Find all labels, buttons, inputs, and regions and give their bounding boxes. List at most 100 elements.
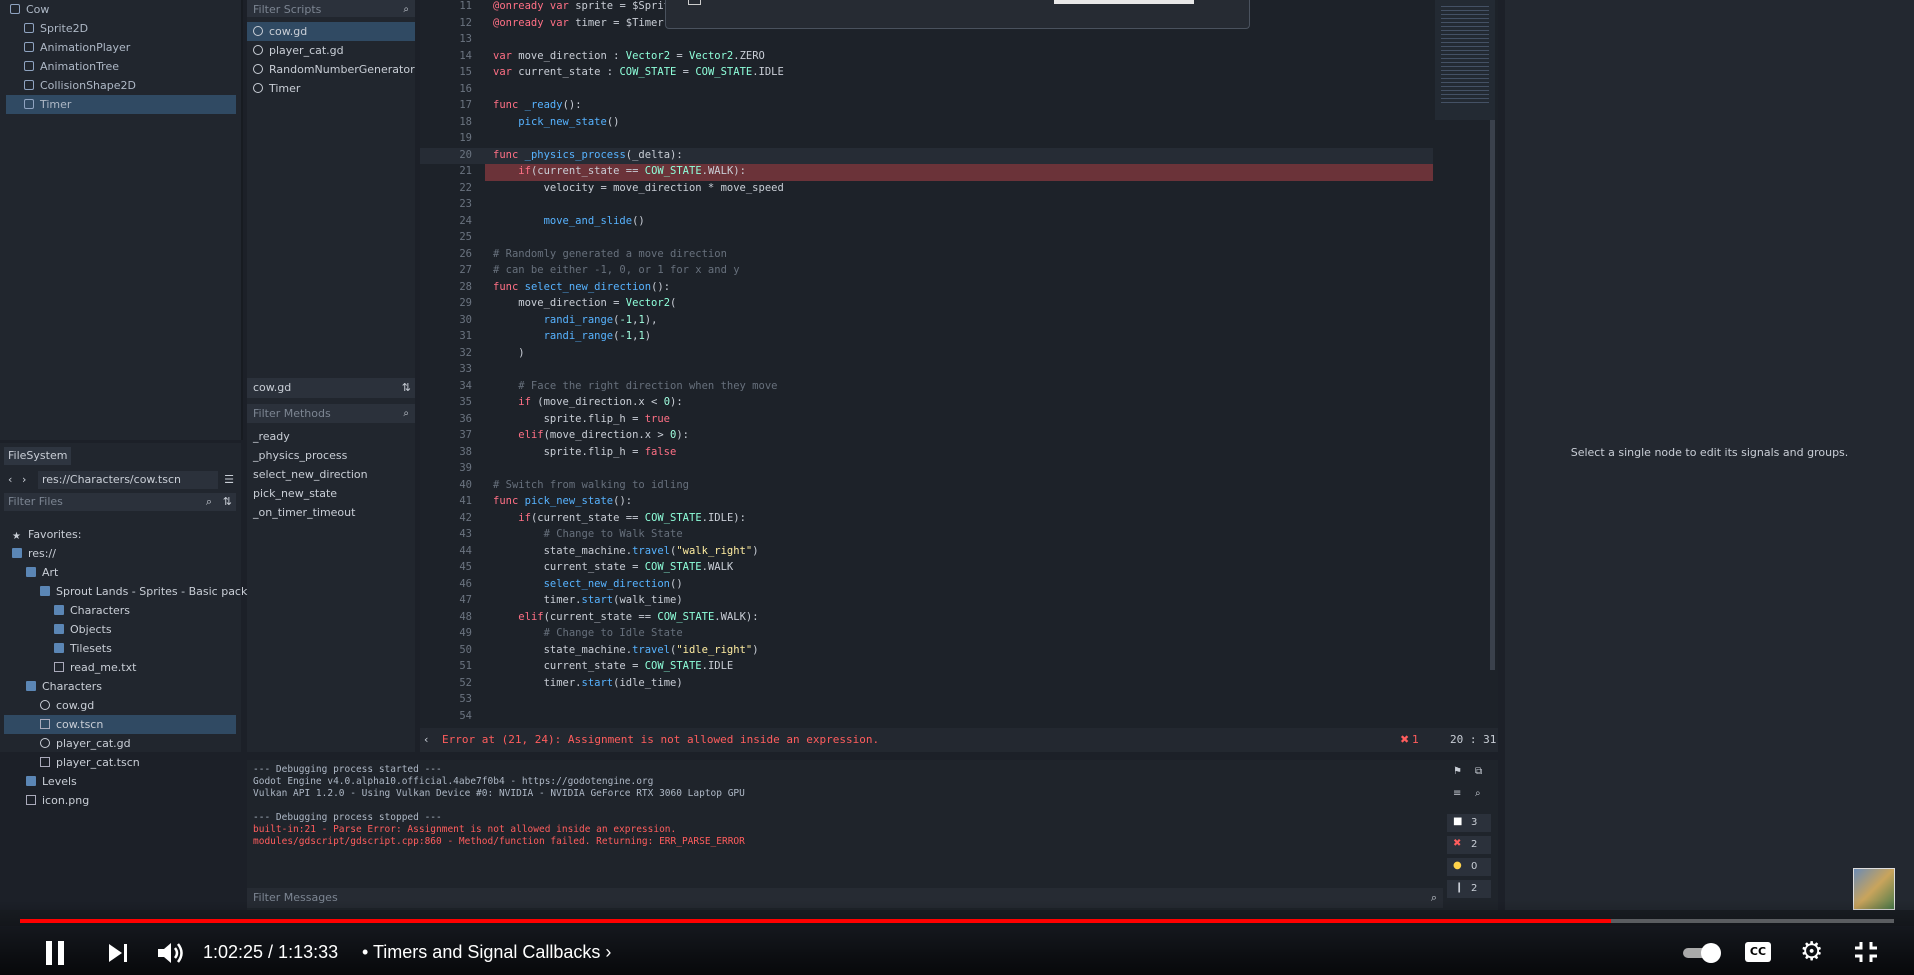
filter-messages-button[interactable]: ❙ 2 — [1447, 880, 1491, 898]
scene-node[interactable]: Cow — [6, 0, 236, 19]
file-item[interactable]: cow.gd — [4, 696, 236, 715]
file-item-label: Art — [42, 566, 59, 579]
code-text: pick_new_state() — [518, 115, 620, 128]
filter-scripts-input[interactable]: Filter Scripts ⌕ — [247, 0, 415, 17]
filter-files-input[interactable]: Filter Files ⌕ ⇅ — [4, 493, 236, 511]
method-item[interactable]: pick_new_state — [247, 484, 415, 503]
file-item[interactable]: read_me.txt — [4, 658, 236, 677]
method-item[interactable]: _on_timer_timeout — [247, 503, 415, 522]
line-number: 43 — [459, 528, 472, 540]
play-icon — [1701, 943, 1721, 963]
file-item-label: Tilesets — [70, 642, 112, 655]
current-script-field: cow.gd ⇅ — [247, 378, 415, 398]
line-number: 22 — [459, 181, 472, 194]
forward-icon[interactable]: › — [22, 471, 26, 489]
search-icon[interactable]: ⌕ — [1475, 788, 1481, 799]
line-number: 11 — [459, 0, 472, 12]
code-editor[interactable]: 11 @onready var sprite = $Sprit 12 @onready… — [420, 0, 1498, 752]
file-item[interactable]: res:// — [4, 544, 236, 563]
method-item[interactable]: _ready — [247, 427, 415, 446]
file-item[interactable]: icon.png — [4, 791, 236, 810]
code-text: elif(current_state == COW_STATE.WALK): — [518, 610, 759, 623]
filesystem-path-bar: ‹ › res://Characters/cow.tscn ☰ — [4, 471, 236, 489]
exit-fullscreen-icon — [1855, 942, 1877, 962]
editor-scrollbar[interactable] — [1490, 120, 1495, 670]
minimap[interactable] — [1435, 0, 1495, 120]
script-item[interactable]: RandomNumberGenerator — [247, 60, 415, 79]
node-dock-message: Select a single node to edit its signals… — [1570, 446, 1849, 459]
sort-icon[interactable]: ⇅ — [223, 493, 232, 511]
file-item[interactable]: cow.tscn — [4, 715, 236, 734]
next-button[interactable] — [106, 941, 130, 965]
output-line: modules/gdscript/gdscript.cpp:860 - Meth… — [253, 836, 745, 847]
settings-button[interactable]: ⚙ — [1800, 938, 1828, 966]
scene-node[interactable]: AnimationPlayer — [6, 38, 236, 57]
filter-errors-button[interactable]: ✖ 2 — [1447, 836, 1491, 854]
back-icon[interactable]: ‹ — [8, 471, 12, 489]
file-item[interactable]: player_cat.tscn — [4, 753, 236, 772]
scene-node[interactable]: Timer — [6, 95, 236, 114]
search-icon: ⌕ — [403, 408, 409, 419]
code-text: # can be either -1, 0, or 1 for x and y — [493, 264, 740, 276]
code-text: randi_range(-1,1), — [543, 313, 658, 326]
pause-button[interactable] — [44, 941, 66, 965]
line-number: 30 — [459, 313, 472, 326]
script-item[interactable]: player_cat.gd — [247, 41, 415, 60]
line-number: 54 — [459, 709, 472, 722]
scene-node[interactable]: AnimationTree — [6, 57, 236, 76]
error-icon: ✖ — [1400, 733, 1410, 746]
volume-button[interactable] — [155, 941, 185, 965]
line-number: 41 — [459, 495, 472, 507]
file-item[interactable]: Objects — [4, 620, 236, 639]
code-text: # Change to Walk State — [493, 528, 683, 540]
dialog-checkbox[interactable] — [688, 0, 701, 5]
method-item[interactable]: _physics_process — [247, 446, 415, 465]
code-text: var move_direction : Vector2 = Vector2.Z… — [493, 49, 765, 62]
list-view-icon[interactable]: ☰ — [224, 471, 234, 489]
file-item[interactable]: Levels — [4, 772, 236, 791]
code-text: if (move_direction.x < 0): — [518, 396, 683, 408]
code-text: ) — [493, 346, 525, 359]
output-toolbar: ⚑ ⧉ ≡ ⌕ ■ 3 ✖ 2 ● 0 ❙ 2 — [1447, 764, 1497, 904]
script-item-label: player_cat.gd — [269, 44, 344, 57]
file-item-label: Levels — [42, 775, 77, 788]
file-item-label: Characters — [70, 604, 131, 617]
folder-icon — [40, 586, 50, 596]
next-icon — [109, 944, 127, 962]
scene-node[interactable]: Sprite2D — [6, 19, 236, 38]
error-count: 1 — [1412, 733, 1419, 746]
node-dock: Select a single node to edit its signals… — [1505, 0, 1914, 910]
filter-log-button[interactable]: ■ 3 — [1447, 814, 1491, 832]
progress-track[interactable] — [20, 919, 1894, 923]
file-item[interactable]: Characters — [4, 601, 236, 620]
line-number: 12 — [459, 16, 472, 29]
path-field[interactable]: res://Characters/cow.tscn — [38, 471, 218, 489]
script-item[interactable]: cow.gd — [247, 22, 415, 41]
method-item[interactable]: select_new_direction — [247, 465, 415, 484]
scene-node[interactable]: CollisionShape2D — [6, 76, 236, 95]
filesystem-tab[interactable]: FileSystem — [4, 447, 72, 465]
script-item[interactable]: Timer — [247, 79, 415, 98]
file-item[interactable]: Tilesets — [4, 639, 236, 658]
copy-icon[interactable]: ⧉ — [1475, 766, 1482, 777]
filter-warnings-button[interactable]: ● 0 — [1447, 858, 1491, 876]
captions-button[interactable]: CC — [1745, 942, 1771, 962]
file-item[interactable]: Characters — [4, 677, 236, 696]
file-item[interactable]: Sprout Lands - Sprites - Basic pack — [4, 582, 247, 601]
exit-fullscreen-button[interactable] — [1853, 940, 1879, 964]
output-log: --- Debugging process started --- Godot E… — [253, 764, 1433, 848]
clear-icon[interactable]: ⚑ — [1453, 766, 1462, 777]
code-text: velocity = move_direction * move_speed — [493, 181, 784, 194]
node-icon — [24, 23, 34, 33]
dialog-button[interactable] — [1054, 0, 1194, 4]
filter-methods-input[interactable]: Filter Methods ⌕ — [247, 404, 415, 423]
autoplay-toggle[interactable] — [1683, 943, 1723, 963]
sort-icon[interactable]: ⇅ — [402, 378, 411, 398]
folder-icon — [54, 624, 64, 634]
collapse-icon[interactable]: ≡ — [1453, 788, 1461, 799]
file-item[interactable]: player_cat.gd — [4, 734, 236, 753]
file-item[interactable]: Art — [4, 563, 236, 582]
error-arrow-icon[interactable]: ‹ — [424, 728, 428, 752]
file-item[interactable]: ★ Favorites: — [4, 525, 236, 544]
chapter-title[interactable]: • Timers and Signal Callbacks › — [362, 940, 611, 964]
